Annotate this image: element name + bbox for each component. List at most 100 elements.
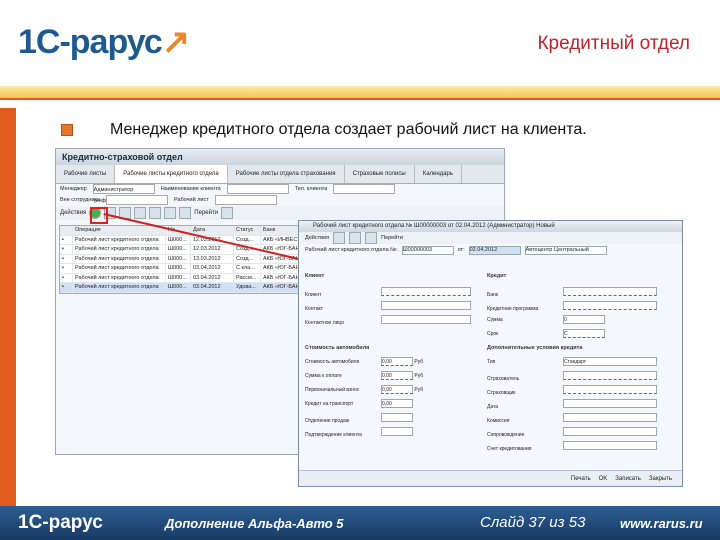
- field-label: Срок: [487, 331, 499, 337]
- field-label: Контакт: [305, 306, 324, 312]
- help-icon[interactable]: [221, 207, 234, 219]
- form-header-row: Рабочий лист кредитного отдела №: Ш00000…: [299, 244, 682, 256]
- form-actions-menu[interactable]: Действия: [305, 235, 329, 241]
- row-status: Рассм...: [234, 273, 261, 282]
- phone-filter-input[interactable]: [333, 184, 396, 194]
- row-icon: ▪: [60, 264, 73, 273]
- actions-menu[interactable]: Действия: [60, 210, 86, 216]
- row-date: 12.03.2012: [191, 245, 234, 254]
- section-credit: Кредит: [487, 273, 507, 279]
- sales-dept-input[interactable]: [381, 413, 413, 422]
- initial-fee-input[interactable]: 0,00: [381, 385, 413, 394]
- field-label: Клиент: [305, 292, 322, 298]
- row-date: 03.04.2012: [191, 273, 234, 282]
- filter-row: Менеджер Администратор (информац Наимено…: [56, 184, 504, 204]
- term-input[interactable]: 0: [563, 315, 605, 324]
- row-number: Ш000...: [166, 273, 191, 282]
- number-input[interactable]: Ш00000003: [401, 245, 454, 255]
- row-number: Ш000...: [166, 254, 191, 263]
- row-icon: ▪: [60, 235, 73, 244]
- transport-credit-input[interactable]: 0,00: [381, 399, 413, 408]
- organization-input[interactable]: Автоцентр Центральный: [524, 245, 607, 255]
- row-operation: Рабочий лист кредитного отдела: [73, 245, 166, 254]
- field-label: Страховщик: [487, 390, 516, 396]
- field-type: Тип Стандарт: [487, 357, 657, 366]
- bank-input[interactable]: [563, 287, 657, 296]
- tab-insurance-policies[interactable]: Страховые полисы: [345, 165, 415, 183]
- row-icon: ▪: [60, 245, 73, 254]
- manager-filter-input[interactable]: Администратор (информац: [92, 184, 155, 204]
- field-label: Отделение продаж: [305, 418, 350, 424]
- field-label: Счет кредитования: [487, 446, 532, 452]
- insurer-input[interactable]: [563, 371, 657, 380]
- sort-icon[interactable]: [164, 207, 177, 219]
- field-label: Сумма к оплате: [305, 373, 342, 379]
- goto-menu[interactable]: Перейти: [194, 210, 218, 216]
- date-input[interactable]: 02.04.2012: [468, 245, 521, 255]
- section-client: Клиент: [305, 273, 325, 279]
- filter-icon[interactable]: [149, 207, 162, 219]
- save-button[interactable]: Записать: [615, 476, 641, 482]
- client-filter-input[interactable]: [226, 184, 289, 194]
- filter-label-client: Наименование клиента: [160, 186, 221, 192]
- row-status: Созд...: [234, 235, 261, 244]
- grid-header-cell[interactable]: Статус: [234, 226, 261, 235]
- grid-header-cell[interactable]: Операция: [73, 226, 166, 235]
- form-button-bar: Печать OK Записать Закрыть: [299, 470, 682, 486]
- cost-input[interactable]: 0,00: [381, 357, 413, 366]
- employee-filter-input[interactable]: [106, 195, 169, 205]
- tab-calendar[interactable]: Календарь: [415, 165, 463, 183]
- field-contact: Контакт: [305, 301, 471, 312]
- left-accent-strip: [0, 108, 16, 506]
- tab-insurance-worksheets[interactable]: Рабочие листы отдела страхования: [228, 165, 345, 183]
- date-field-input[interactable]: [563, 399, 657, 408]
- pay-sum-input[interactable]: 0,00: [381, 371, 413, 380]
- field-insurance-company: Страховщик: [487, 385, 657, 396]
- field-label: Стоимость автомобиля: [305, 359, 360, 365]
- tab-bar: Рабочие листы Рабочие листы кредитного о…: [56, 165, 504, 184]
- type-select[interactable]: Стандарт: [563, 357, 657, 366]
- client-confirm-input[interactable]: [381, 427, 413, 436]
- field-label: Дата: [487, 404, 499, 410]
- field-insurer: Страхователь: [487, 371, 657, 382]
- tab-worksheets[interactable]: Рабочие листы: [56, 165, 116, 183]
- filter-label-manager: Менеджер: [60, 186, 87, 192]
- grid-header-cell[interactable]: [60, 226, 73, 235]
- header-divider: [0, 86, 720, 98]
- date-label: от:: [457, 247, 465, 253]
- save-icon[interactable]: [333, 232, 346, 244]
- field-label: Страхователь: [487, 376, 520, 382]
- worksheet-form-window: Рабочий лист кредитного отдела № Ш000000…: [298, 220, 683, 487]
- client-input[interactable]: [381, 287, 471, 296]
- ok-button[interactable]: OK: [599, 476, 608, 482]
- delete-icon[interactable]: [134, 207, 147, 219]
- refresh-icon[interactable]: [179, 207, 192, 219]
- credit-account-input[interactable]: [563, 441, 657, 450]
- contact-input[interactable]: [381, 301, 471, 310]
- slide-counter: Слайд 37 из 53: [480, 514, 586, 531]
- footer-bar: 1С-рарус Дополнение Альфа-Авто 5 Слайд 3…: [0, 506, 720, 540]
- program-input[interactable]: [563, 301, 657, 310]
- close-button[interactable]: Закрыть: [649, 476, 672, 482]
- worksheet-filter-input[interactable]: [214, 195, 277, 205]
- insurance-company-input[interactable]: [563, 385, 657, 394]
- tab-credit-worksheets[interactable]: Рабочие листы кредитного отдела: [115, 165, 228, 183]
- row-date: 13.03.2012: [191, 254, 234, 263]
- bullet-icon: [61, 124, 73, 136]
- currency-input[interactable]: С: [563, 329, 605, 338]
- form-goto-menu[interactable]: Перейти: [381, 235, 403, 241]
- row-operation: Рабочий лист кредитного отдела: [73, 273, 166, 282]
- print-icon[interactable]: [349, 232, 362, 244]
- field-label: Первоначальный взнос: [305, 387, 360, 393]
- attach-icon[interactable]: [365, 232, 378, 244]
- commission-input[interactable]: [563, 413, 657, 422]
- field-program: Кредитная программа: [487, 301, 657, 312]
- support-input[interactable]: [563, 427, 657, 436]
- section-credit-terms: Дополнительные условия кредита: [487, 345, 583, 351]
- form-title: Рабочий лист кредитного отдела № Ш000000…: [299, 221, 682, 232]
- grid-header-cell[interactable]: Дата: [191, 226, 234, 235]
- print-button[interactable]: Печать: [571, 476, 591, 482]
- footer-url[interactable]: www.rarus.ru: [620, 516, 703, 531]
- contact-person-input[interactable]: [381, 315, 471, 324]
- field-bank: Банк: [487, 287, 657, 298]
